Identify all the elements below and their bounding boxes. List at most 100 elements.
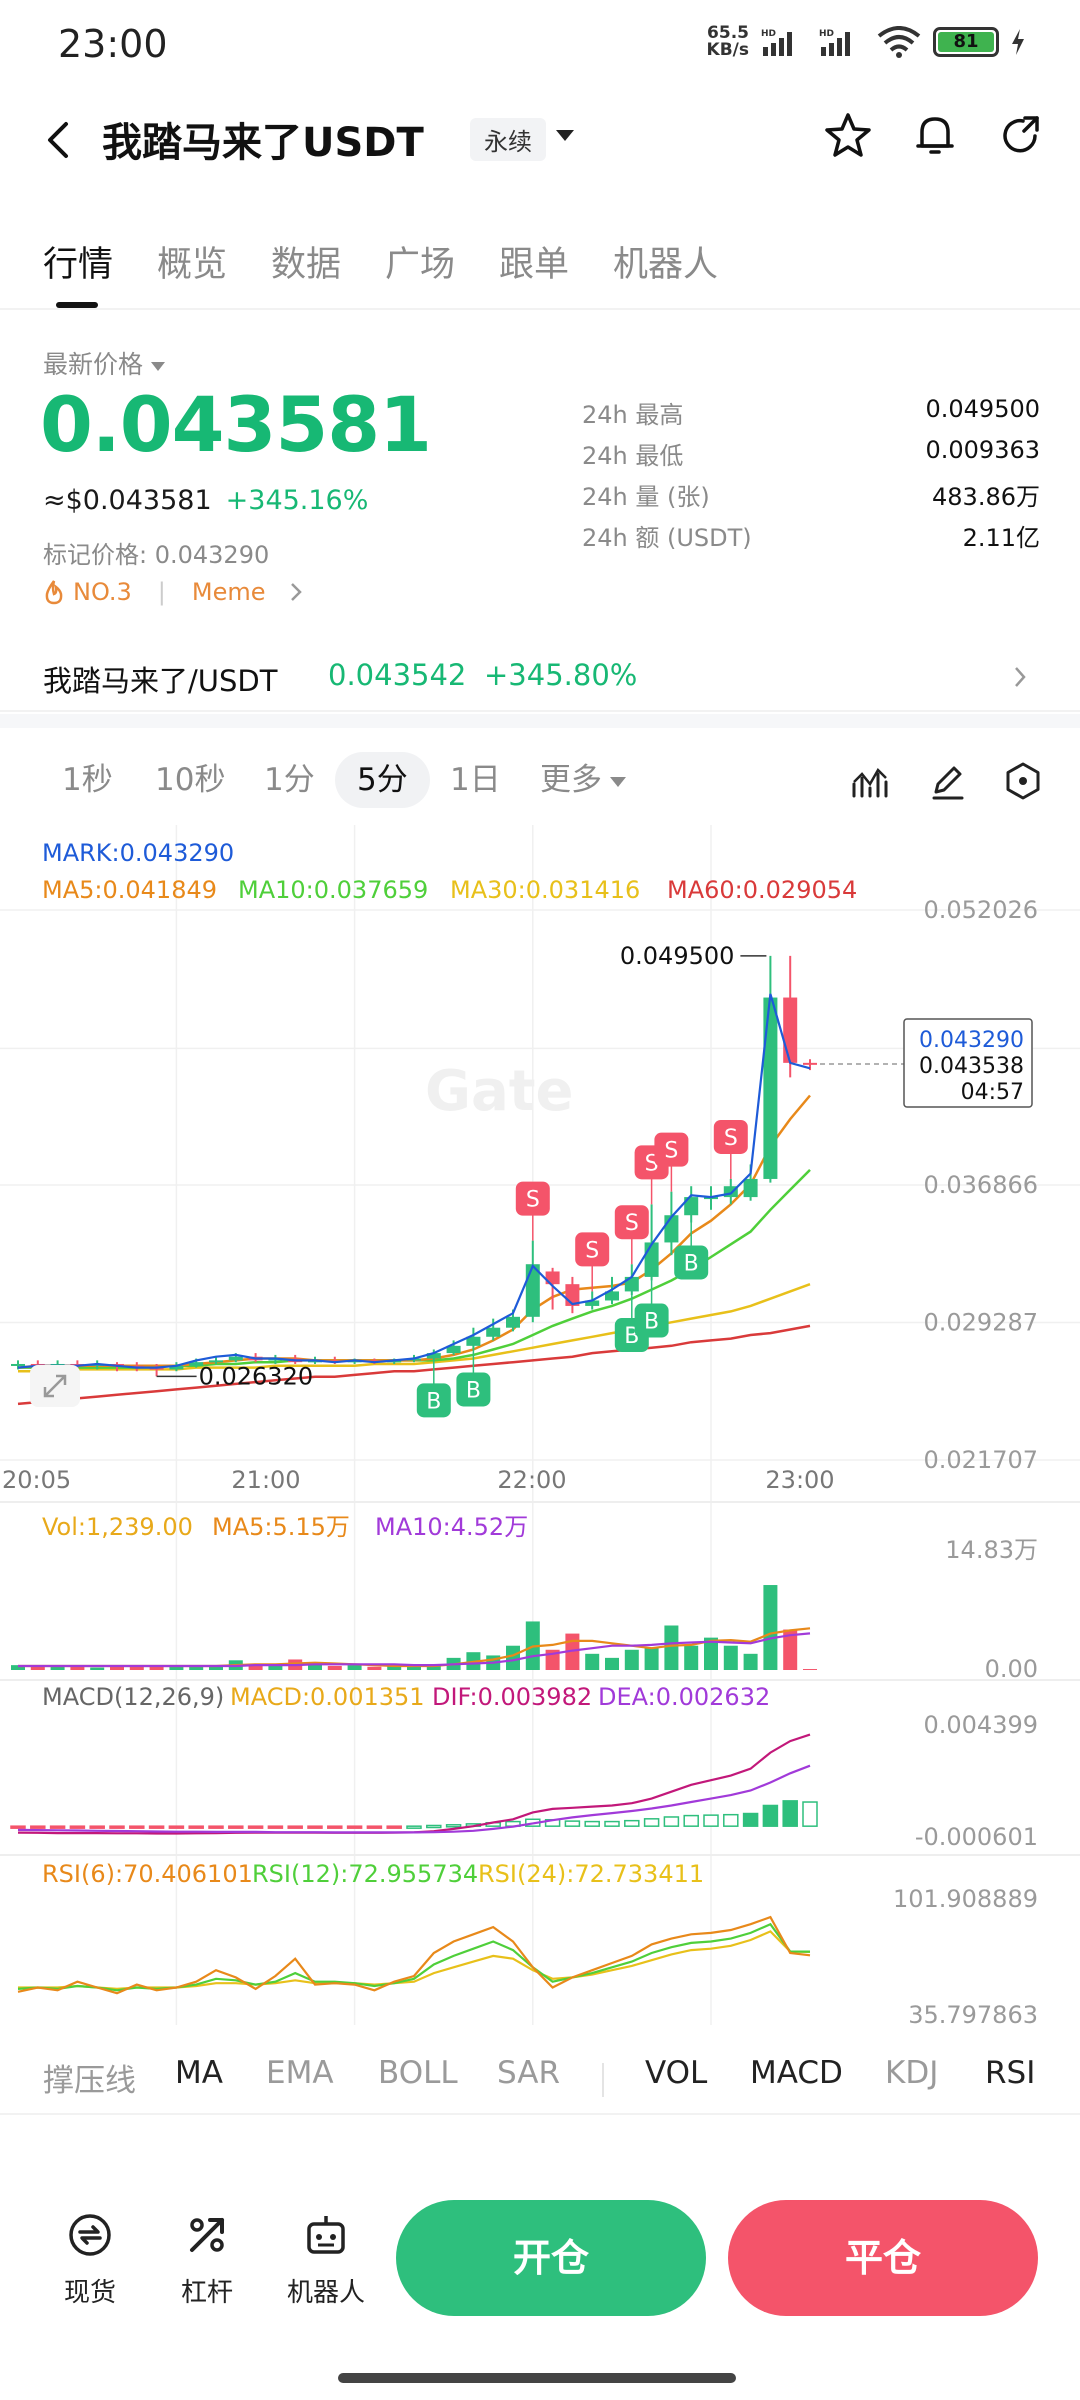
macd-legend-item: MACD:0.001351 [230,1683,425,1711]
candle-body [743,1178,758,1198]
macd-histogram-bar [69,1825,86,1829]
nav-spot[interactable]: 现货 [35,2210,145,2309]
price-change: +345.16% [225,485,369,516]
macd-histogram-bar [247,1825,264,1829]
top-app-bar: 我踏马来了USDT 永续 [0,100,1080,175]
tab-overview[interactable]: 概览 [157,236,227,287]
rsi-axis-min: 35.797863 [908,2001,1038,2029]
kline-chart[interactable]: Gate MARK:0.043290 MA5:0.041849 MA10:0.037… [0,825,1080,2035]
spot-change: +345.80% [484,658,638,692]
high-price-label: 0.049500 [620,942,735,970]
status-time: 23:00 [58,22,168,66]
24h-stats: 24h 最高 0.049500 24h 最低 0.009363 24h 量 (张) 4… [582,395,1040,559]
category-tag: Meme [191,578,266,606]
interval-1d[interactable]: 1日 [450,752,501,808]
macd-histogram-bar [802,1801,818,1827]
volume-bar [129,1666,144,1670]
open-position-button[interactable]: 开仓 [396,2200,706,2316]
star-icon[interactable] [823,110,873,160]
page-title[interactable]: 我踏马来了USDT [102,110,424,168]
latest-price-label[interactable]: 最新价格 [43,345,166,381]
indicator-icon[interactable] [850,762,890,802]
volume-bar [90,1667,105,1670]
tag-divider: | [157,578,166,606]
tab-market[interactable]: 行情 [43,236,113,287]
macd-legend-item: DIF:0.003982 [432,1683,592,1711]
indicator-vol[interactable]: VOL [645,2055,707,2091]
interval-1m[interactable]: 1分 [264,752,315,808]
chevron-down-icon [151,361,166,371]
macd-histogram-bar [208,1825,224,1829]
candle-body [664,1215,679,1243]
nav-leverage[interactable]: 杠杆 [152,2210,262,2309]
indicator-ema[interactable]: EMA [266,2055,334,2091]
contract-type-badge[interactable]: 永续 [470,118,546,161]
back-arrow-icon[interactable] [40,110,76,170]
tab-data[interactable]: 数据 [271,236,341,287]
coin-tags[interactable]: NO.3 | Meme [43,578,306,606]
stat-24h-low: 24h 最低 0.009363 [582,436,1040,470]
leverage-icon [190,2218,224,2252]
stat-24h-volume: 24h 量 (张) 483.86万 [582,483,1040,511]
status-indicators: 65.5 KB/s HD HD 81 [707,25,1025,59]
macd-histogram-bar [703,1814,719,1827]
svg-text:HD: HD [761,29,776,39]
draw-pen-icon[interactable] [928,762,968,802]
candle-body [11,1363,25,1366]
macd-axis-min: -0.000601 [915,1823,1038,1851]
volume-bar [763,1585,778,1670]
robot-icon [307,2216,345,2254]
close-position-button[interactable]: 平仓 [728,2200,1038,2316]
macd-axis-max: 0.004399 [923,1711,1038,1739]
macd-histogram-bar [346,1825,363,1829]
macd-histogram-bar [723,1813,739,1827]
interval-selector: 1秒 10秒 1分 5分 1日 更多 [0,738,1080,818]
indicator-macd[interactable]: MACD [750,2055,843,2091]
volume-bar [367,1666,382,1670]
volume-bar [189,1666,204,1670]
tab-copy-trading[interactable]: 跟单 [499,236,569,287]
home-indicator[interactable] [338,2373,736,2383]
indicator-rsi[interactable]: RSI [985,2055,1035,2091]
spot-pair-name: 我踏马来了/USDT [43,664,278,698]
share-icon[interactable] [995,110,1045,160]
nav-bots[interactable]: 机器人 [271,2210,381,2309]
interval-10s[interactable]: 10秒 [155,752,225,808]
settings-hexagon-icon[interactable] [1002,760,1044,802]
interval-more[interactable]: 更多 [540,752,626,808]
tab-bots[interactable]: 机器人 [613,236,718,287]
chevron-down-icon [610,776,626,787]
candle-body [803,1062,817,1065]
volume-bar [644,1647,659,1670]
price-box-last: 0.043538 [919,1054,1024,1079]
macd-histogram-bar [624,1819,640,1827]
gate-watermark: Gate [425,1059,574,1124]
charging-icon [1012,29,1024,55]
ma-legend-item: MA5:0.041849 [42,876,217,904]
macd-histogram-bar [109,1825,125,1829]
indicator-kdj[interactable]: KDJ [885,2055,938,2091]
trade-marker-label: S [526,1188,540,1213]
chevron-right-icon [1015,667,1026,687]
macd-legend-item: DEA:0.002632 [598,1683,770,1711]
interval-5m[interactable]: 5分 [335,752,430,808]
macd-histogram-bar [10,1825,26,1829]
macd-histogram-bar [604,1820,620,1827]
bell-icon[interactable] [910,110,960,160]
tab-square[interactable]: 广场 [385,236,455,287]
indicator-ma[interactable]: MA [175,2055,223,2091]
indicator-boll[interactable]: BOLL [378,2055,458,2091]
indicator-sar[interactable]: SAR [497,2055,560,2091]
volume-bar [407,1666,421,1670]
trade-marker-label: S [664,1139,678,1164]
indicator-support-resistance[interactable]: 撑压线 [43,2055,136,2100]
macd-histogram-bar [643,1818,660,1827]
spot-pair-row[interactable]: 我踏马来了/USDT 0.043542 +345.80% [0,640,1080,712]
macd-histogram-bar [564,1820,581,1827]
macd-histogram-bar [327,1825,343,1829]
chevron-down-icon[interactable] [556,130,574,141]
volume-bar [268,1665,283,1670]
usd-price: ≈$0.043581 [43,485,212,516]
interval-1s[interactable]: 1秒 [62,752,113,808]
candle-body [228,1356,243,1361]
